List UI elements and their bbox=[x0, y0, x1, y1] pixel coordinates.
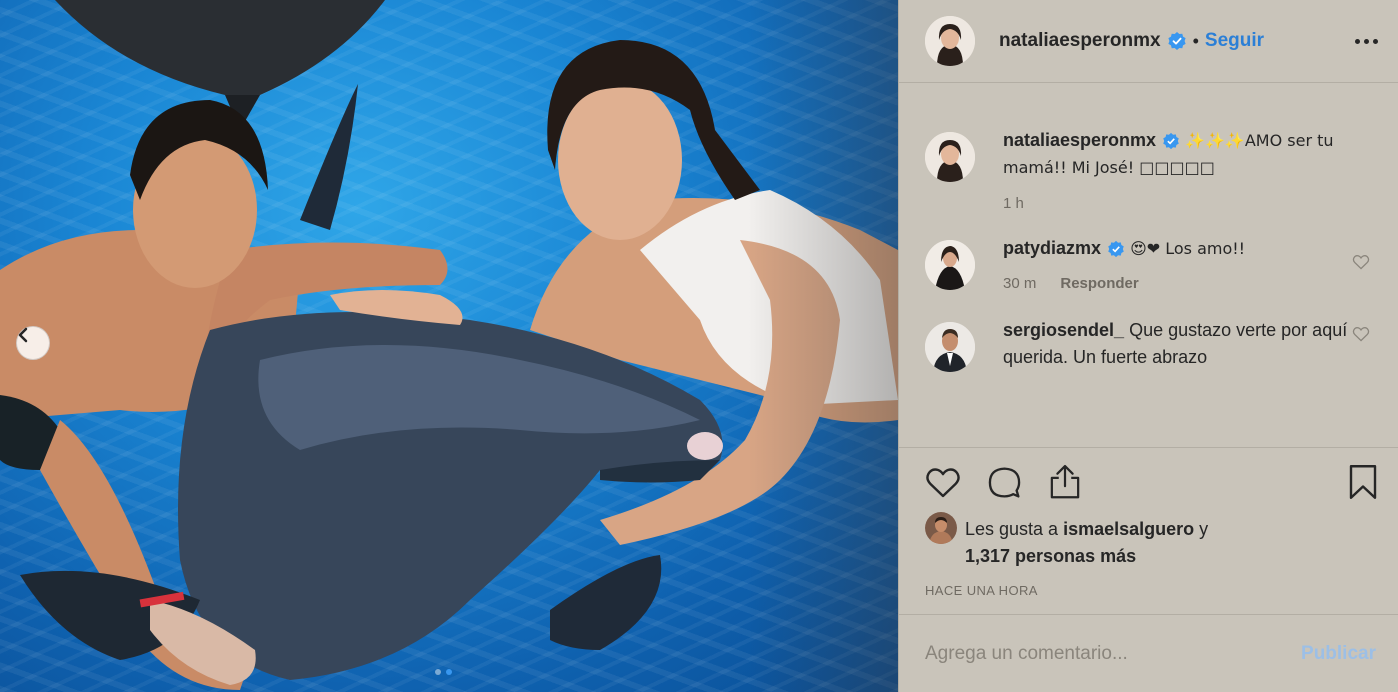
like-comment-heart-icon[interactable] bbox=[1352, 326, 1370, 347]
author-avatar[interactable] bbox=[925, 16, 975, 66]
likes-text: Les gusta a ismaelsalguero y 1,317 perso… bbox=[965, 516, 1208, 570]
liker-username[interactable]: ismaelsalguero bbox=[1063, 519, 1194, 539]
verified-badge-icon bbox=[1162, 132, 1180, 150]
post-photo[interactable] bbox=[0, 0, 898, 692]
comment-username[interactable]: sergiosendel_ bbox=[1003, 320, 1124, 340]
comment-item: patydiazmx 😍❤ Los amo!! 30 m Responder bbox=[925, 238, 1372, 292]
natalia-avatar-icon bbox=[925, 132, 975, 182]
like-heart-icon[interactable] bbox=[925, 466, 961, 499]
likes-prefix: Les gusta a bbox=[965, 519, 1064, 539]
carousel-dot bbox=[435, 669, 441, 675]
chevron-left-icon bbox=[18, 327, 28, 343]
verified-badge-icon bbox=[1167, 31, 1187, 51]
photo-shade bbox=[748, 0, 898, 692]
carousel-indicator bbox=[435, 669, 452, 675]
liker-avatar[interactable] bbox=[925, 512, 957, 544]
comment-username[interactable]: nataliaesperonmx bbox=[1003, 130, 1156, 150]
post-header: nataliaesperonmx • Seguir bbox=[899, 0, 1398, 83]
natalia-avatar-icon bbox=[925, 16, 975, 66]
post-sidebar: nataliaesperonmx • Seguir nataliaesperon… bbox=[898, 0, 1398, 692]
header-separator: • bbox=[1192, 30, 1199, 51]
comment-avatar[interactable] bbox=[925, 322, 975, 372]
comment-bubble-icon[interactable] bbox=[987, 465, 1022, 500]
carousel-dot-active bbox=[446, 669, 452, 675]
comments-list[interactable]: nataliaesperonmx ✨✨✨AMO ser tu mamá!! Mi… bbox=[899, 84, 1398, 446]
post-timestamp: HACE UNA HORA bbox=[925, 583, 1038, 598]
comment-meta: 30 m Responder bbox=[1003, 275, 1363, 292]
like-comment-heart-icon[interactable] bbox=[1352, 254, 1370, 275]
reply-button[interactable]: Responder bbox=[1060, 275, 1138, 292]
author-username[interactable]: nataliaesperonmx bbox=[999, 30, 1161, 52]
comment-username[interactable]: patydiazmx bbox=[1003, 238, 1101, 258]
add-comment-bar: Publicar bbox=[899, 614, 1398, 692]
action-bar bbox=[925, 448, 1377, 516]
comment-time: 30 m bbox=[1003, 275, 1037, 292]
carousel-prev-button[interactable] bbox=[16, 326, 50, 360]
more-options-icon[interactable] bbox=[1355, 38, 1378, 44]
sergio-avatar-icon bbox=[925, 322, 975, 372]
comment-avatar[interactable] bbox=[925, 240, 975, 290]
comment-input[interactable] bbox=[925, 642, 1302, 665]
likes-summary: Les gusta a ismaelsalguero y 1,317 perso… bbox=[925, 512, 1372, 570]
caption-avatar[interactable] bbox=[925, 132, 975, 182]
paty-avatar-icon bbox=[925, 240, 975, 290]
save-bookmark-icon[interactable] bbox=[1348, 464, 1378, 500]
share-upload-icon[interactable] bbox=[1048, 464, 1082, 500]
caption-text: nataliaesperonmx ✨✨✨AMO ser tu mamá!! Mi… bbox=[1003, 127, 1363, 181]
comment-text: sergiosendel_ Que gustazo verte por aquí… bbox=[1003, 317, 1363, 371]
likes-count-link[interactable]: 1,317 personas más bbox=[965, 546, 1136, 566]
comment-time: 1 h bbox=[1003, 195, 1024, 212]
comment-body: 😍❤ Los amo!! bbox=[1130, 239, 1246, 258]
ismael-avatar-icon bbox=[925, 512, 957, 544]
caption-comment: nataliaesperonmx ✨✨✨AMO ser tu mamá!! Mi… bbox=[925, 130, 1372, 212]
likes-conjunction: y bbox=[1194, 519, 1209, 539]
verified-badge-icon bbox=[1107, 240, 1125, 258]
comment-meta: 1 h bbox=[1003, 195, 1363, 212]
post-actions-section: Les gusta a ismaelsalguero y 1,317 perso… bbox=[899, 447, 1398, 598]
comment-text: patydiazmx 😍❤ Los amo!! bbox=[1003, 235, 1363, 262]
follow-button[interactable]: Seguir bbox=[1205, 30, 1264, 52]
publish-button[interactable]: Publicar bbox=[1301, 643, 1376, 665]
comment-item: sergiosendel_ Que gustazo verte por aquí… bbox=[925, 320, 1372, 372]
